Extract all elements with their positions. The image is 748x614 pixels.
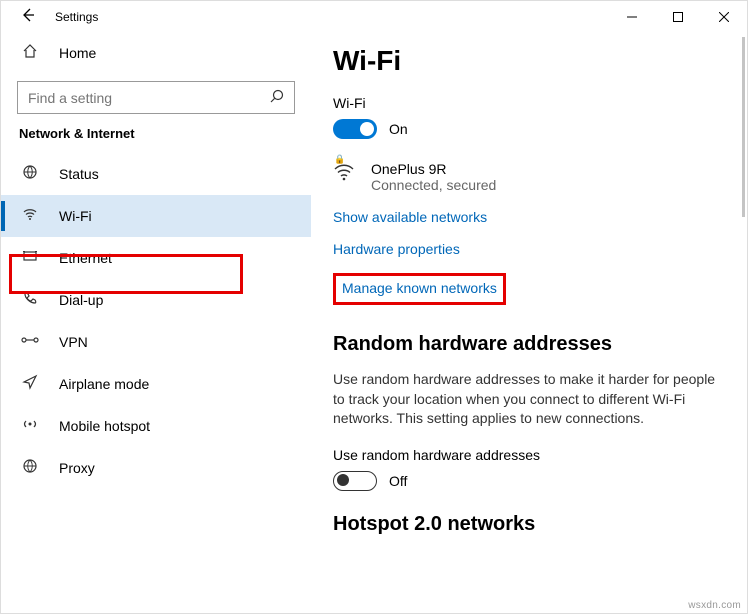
airplane-icon bbox=[19, 374, 41, 394]
window-title: Settings bbox=[55, 10, 98, 24]
main-panel: Wi-Fi Wi-Fi On 🔒 OnePlus 9R Connected, s… bbox=[311, 33, 747, 613]
sidebar-item-vpn[interactable]: VPN bbox=[1, 321, 311, 363]
link-show-available[interactable]: Show available networks bbox=[333, 209, 725, 225]
sidebar-item-status[interactable]: Status bbox=[1, 153, 311, 195]
current-network[interactable]: 🔒 OnePlus 9R Connected, secured bbox=[333, 161, 725, 193]
ethernet-icon bbox=[19, 248, 41, 268]
scrollbar[interactable] bbox=[742, 37, 745, 217]
wifi-label: Wi-Fi bbox=[333, 95, 725, 111]
sidebar-item-label: Ethernet bbox=[59, 250, 112, 266]
sidebar-item-label: Status bbox=[59, 166, 99, 182]
sidebar-item-label: Proxy bbox=[59, 460, 95, 476]
back-icon[interactable] bbox=[19, 7, 37, 28]
vpn-icon bbox=[19, 332, 41, 352]
sidebar-home[interactable]: Home bbox=[1, 33, 311, 73]
proxy-icon bbox=[19, 458, 41, 478]
wifi-secured-icon: 🔒 bbox=[333, 161, 357, 193]
maximize-button[interactable] bbox=[655, 1, 701, 33]
link-manage-known[interactable]: Manage known networks bbox=[342, 280, 497, 296]
watermark: wsxdn.com bbox=[688, 600, 741, 611]
sidebar-item-airplane[interactable]: Airplane mode bbox=[1, 363, 311, 405]
sidebar-item-label: Airplane mode bbox=[59, 376, 149, 392]
hotspot-icon bbox=[19, 416, 41, 436]
wifi-icon bbox=[19, 206, 41, 226]
sidebar-category: Network & Internet bbox=[19, 126, 311, 141]
sidebar-item-label: Wi-Fi bbox=[59, 208, 92, 224]
link-hardware-properties[interactable]: Hardware properties bbox=[333, 241, 725, 257]
search-field[interactable] bbox=[28, 90, 270, 106]
dialup-icon bbox=[19, 290, 41, 310]
hotspot-section-head: Hotspot 2.0 networks bbox=[333, 513, 725, 536]
sidebar-item-dialup[interactable]: Dial-up bbox=[1, 279, 311, 321]
network-name: OnePlus 9R bbox=[371, 161, 496, 177]
sidebar-item-label: Dial-up bbox=[59, 292, 103, 308]
random-section-head: Random hardware addresses bbox=[333, 333, 725, 356]
sidebar-item-proxy[interactable]: Proxy bbox=[1, 447, 311, 489]
sidebar-item-hotspot[interactable]: Mobile hotspot bbox=[1, 405, 311, 447]
sidebar-item-wifi[interactable]: Wi-Fi bbox=[1, 195, 311, 237]
page-title: Wi-Fi bbox=[333, 45, 725, 77]
minimize-button[interactable] bbox=[609, 1, 655, 33]
random-toggle[interactable] bbox=[333, 471, 377, 491]
sidebar-item-ethernet[interactable]: Ethernet bbox=[1, 237, 311, 279]
close-button[interactable] bbox=[701, 1, 747, 33]
random-toggle-label: Use random hardware addresses bbox=[333, 447, 725, 463]
search-icon bbox=[270, 89, 284, 107]
annotation-highlight-manage: Manage known networks bbox=[333, 273, 506, 305]
network-status: Connected, secured bbox=[371, 177, 496, 193]
titlebar: Settings bbox=[1, 1, 747, 33]
wifi-toggle[interactable] bbox=[333, 119, 377, 139]
sidebar: Home Network & Internet Status Wi-Fi Eth… bbox=[1, 33, 311, 613]
window-controls bbox=[609, 1, 747, 33]
wifi-state: On bbox=[389, 121, 408, 137]
home-icon bbox=[19, 43, 41, 64]
status-icon bbox=[19, 164, 41, 184]
search-input[interactable] bbox=[17, 81, 295, 114]
sidebar-item-label: Mobile hotspot bbox=[59, 418, 150, 434]
random-toggle-state: Off bbox=[389, 473, 407, 489]
random-section-body: Use random hardware addresses to make it… bbox=[333, 370, 725, 429]
sidebar-item-label: VPN bbox=[59, 334, 88, 350]
sidebar-home-label: Home bbox=[59, 45, 96, 61]
